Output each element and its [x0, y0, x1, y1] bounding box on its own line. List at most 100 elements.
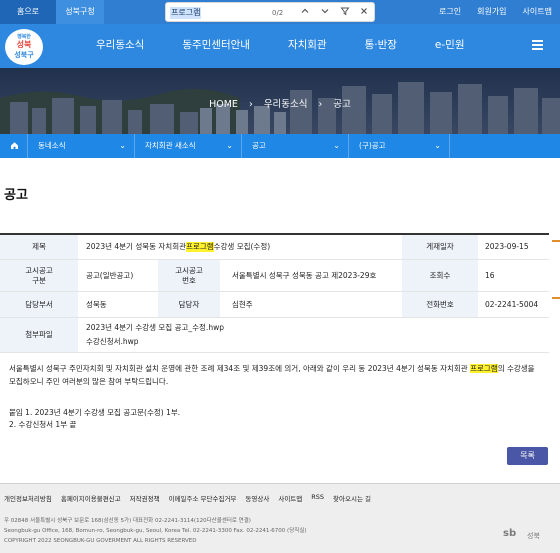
nav-item-eservice[interactable]: e-민원 [435, 36, 465, 54]
hero-banner: HOME › 우리동소식 › 공고 [0, 68, 560, 134]
table-row: 고시공고 구분 공고(일반공고) 고시공고 번호 서울특별시 성북구 성북동 공… [0, 260, 549, 292]
attachment-list: 2023년 4분기 수강생 모집 공고_수정.hwp 수강신청서.hwp [86, 318, 386, 352]
search-highlight: 프로그램 [470, 364, 498, 373]
home-icon [11, 142, 18, 149]
site-logo[interactable]: 행복한 성북 성북구 [4, 28, 44, 66]
copyright-line: COPYRIGHT 2022 SEONGBUK-GU GOVERMENT ALL… [4, 538, 197, 544]
main-nav: 우리동소식 동주민센터안내 자치회관 통·반장 e-민원 [96, 36, 502, 54]
title-text: 수강생 모집(수정) [213, 242, 271, 251]
attachment-notes: 붙임 1. 2023년 4분기 수강생 모집 공고문(수정) 1부. 2. 수강… [9, 407, 180, 431]
nav-item-hall[interactable]: 자치회관 [288, 36, 327, 54]
footer-brand-sub: 성북 [527, 532, 540, 540]
subnav-home-button[interactable] [0, 134, 28, 158]
chevron-right-icon: › [248, 99, 253, 110]
chevron-down-icon: ⌄ [333, 141, 340, 150]
title-text: 2023년 4분기 성북동 자치회관 [86, 242, 187, 251]
person-label: 담당자 [158, 292, 220, 317]
breadcrumb: HOME › 우리동소식 › 공고 [0, 96, 560, 110]
subnav-dropdown-3[interactable]: 공고 ⌄ [242, 134, 349, 158]
views-label: 조회수 [402, 260, 478, 291]
login-link[interactable]: 로그인 [431, 0, 469, 24]
date-label: 게재일자 [402, 235, 478, 259]
svg-text:성북구: 성북구 [14, 50, 34, 59]
subnav-label: 자치회관 새소식 [145, 141, 196, 150]
attachment-note: 2. 수강신청서 1부 끝 [9, 420, 77, 429]
body-line: 모집하오니 주민 여러분의 많은 참여 부탁드립니다. [9, 377, 169, 386]
dept-label: 담당부서 [0, 292, 78, 317]
body-text: 의 수강생을 [497, 364, 535, 373]
chevron-down-icon[interactable] [318, 6, 332, 20]
sitemap-link[interactable]: 사이트맵 [515, 0, 560, 24]
subnav-dropdown-4[interactable]: (구)공고 ⌄ [349, 134, 450, 158]
find-in-page-bar: 프로그램 0/2 [165, 2, 375, 22]
notice-title: 2023년 4분기 성북동 자치회관 프로그램 수강생 모집(수정) [86, 235, 396, 259]
view-count: 16 [485, 270, 495, 280]
list-button[interactable]: 목록 [507, 447, 548, 465]
subnav-label: 동네소식 [38, 141, 66, 150]
top-links: 로그인 회원가입 사이트맵 [431, 0, 560, 24]
footer-link-rss[interactable]: RSS [311, 493, 324, 503]
side-marker [552, 240, 560, 242]
notice-body: 서울특별시 성북구 주민자치회 및 자치회관 설치 운영에 관한 조례 제34조… [9, 362, 549, 388]
signup-link[interactable]: 회원가입 [469, 0, 514, 24]
breadcrumb-section[interactable]: 우리동소식 [264, 99, 308, 110]
post-date: 2023-09-15 [485, 242, 529, 251]
search-highlight: 프로그램 [186, 242, 214, 252]
subnav-dropdown-2[interactable]: 자치회관 새소식 ⌄ [135, 134, 242, 158]
table-row: 첨부파일 2023년 4분기 수강생 모집 공고_수정.hwp 수강신청서.hw… [0, 318, 549, 353]
footer-links: 개인정보처리방침 홈페이지이용불편신고 저작권정책 이메일주소 무단수집거부 동… [4, 493, 380, 503]
subnav-label: (구)공고 [359, 141, 386, 150]
nav-item-leaders[interactable]: 통·반장 [365, 36, 397, 54]
sub-nav: 동네소식 ⌄ 자치회관 새소식 ⌄ 공고 ⌄ (구)공고 ⌄ [0, 134, 560, 158]
nav-item-news[interactable]: 우리동소식 [96, 36, 144, 54]
footer-link-directions[interactable]: 찾아오시는 길 [333, 493, 371, 503]
menu-icon[interactable] [532, 40, 543, 50]
notice-category: 공고(일반공고) [86, 270, 134, 280]
footer-link-report[interactable]: 홈페이지이용불편신고 [61, 493, 121, 503]
subnav-dropdown-1[interactable]: 동네소식 ⌄ [28, 134, 135, 158]
table-row: 담당부서 성북동 담당자 심현주 전화번호 02-2241-5004 [0, 292, 549, 318]
find-match-count: 0/2 [272, 9, 284, 17]
phone-number: 02-2241-5004 [485, 299, 539, 309]
chevron-up-icon[interactable] [298, 6, 312, 20]
body-text: 서울특별시 성북구 주민자치회 및 자치회관 설치 운영에 관한 조례 제34조… [9, 364, 471, 373]
nav-item-center[interactable]: 동주민센터안내 [182, 36, 250, 54]
footer-address: 우 02848 서울특별시 성북구 보문로 168(삼선동 5가) 대표전화 0… [4, 516, 307, 546]
seongbuk-office-tab[interactable]: 성북구청 [56, 0, 104, 24]
side-marker [552, 297, 560, 299]
category-label: 고시공고 구분 [0, 260, 78, 291]
page-title: 공고 [4, 188, 28, 203]
chevron-down-icon: ⌄ [226, 141, 233, 150]
footer-brand-logo: sb [503, 528, 517, 539]
home-tab[interactable]: 홈으로 [0, 0, 56, 24]
address-line: Seongbuk-gu Office, 168, Bomun-ro, Seong… [4, 528, 307, 534]
notice-detail-table: 제목 2023년 4분기 성북동 자치회관 프로그램 수강생 모집(수정) 게재… [0, 233, 549, 353]
phone-label: 전화번호 [402, 292, 478, 317]
svg-text:성북: 성북 [17, 39, 32, 49]
subnav-label: 공고 [252, 141, 266, 150]
breadcrumb-current: 공고 [333, 99, 351, 110]
number-label: 고시공고 번호 [158, 260, 220, 291]
chevron-down-icon: ⌄ [119, 141, 126, 150]
chevron-down-icon: ⌄ [434, 141, 441, 150]
footer-link-video[interactable]: 동영상사 [245, 493, 269, 503]
footer-link-copyright[interactable]: 저작권정책 [130, 493, 160, 503]
body-line: 서울특별시 성북구 주민자치회 및 자치회관 설치 운영에 관한 조례 제34조… [9, 362, 549, 375]
title-label: 제목 [0, 235, 78, 259]
find-input[interactable]: 프로그램 [170, 7, 202, 19]
files-label: 첨부파일 [0, 318, 78, 352]
chevron-right-icon: › [318, 99, 323, 110]
address-line: 우 02848 서울특별시 성북구 보문로 168(삼선동 5가) 대표전화 0… [4, 518, 251, 524]
attachment-link[interactable]: 2023년 4분기 수강생 모집 공고_수정.hwp [86, 323, 224, 333]
attachment-link[interactable]: 수강신청서.hwp [86, 337, 139, 347]
close-icon[interactable] [357, 6, 371, 20]
notice-number: 서울특별시 성북구 성북동 공고 제2023-29호 [232, 270, 377, 280]
table-row: 제목 2023년 4분기 성북동 자치회관 프로그램 수강생 모집(수정) 게재… [0, 235, 549, 260]
footer-link-sitemap[interactable]: 사이트맵 [278, 493, 302, 503]
breadcrumb-home[interactable]: HOME [209, 99, 238, 110]
footer: 개인정보처리방침 홈페이지이용불편신고 저작권정책 이메일주소 무단수집거부 동… [0, 483, 560, 553]
filter-icon[interactable] [338, 6, 352, 20]
person-in-charge: 심현주 [232, 299, 253, 309]
footer-link-email[interactable]: 이메일주소 무단수집거부 [169, 493, 237, 503]
footer-link-privacy[interactable]: 개인정보처리방침 [4, 493, 52, 503]
